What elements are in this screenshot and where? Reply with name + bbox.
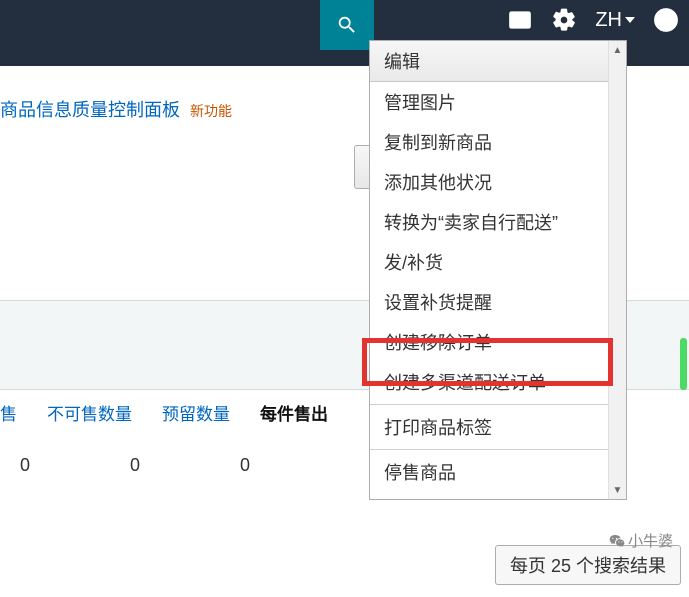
wechat-icon	[608, 533, 626, 549]
dropdown-scrollbar[interactable]: ▲ ▼	[608, 41, 626, 499]
chevron-down-icon	[625, 17, 635, 23]
table-columns: 售 不可售数量 预留数量 每件售出	[0, 400, 328, 425]
dropdown-item-print-label[interactable]: 打印商品标签	[370, 407, 626, 447]
col-reserved[interactable]: 预留数量	[162, 400, 230, 425]
dropdown-item-images[interactable]: 管理图片	[370, 82, 626, 122]
dropdown-item-delete[interactable]: 删除商品和报价	[370, 492, 626, 499]
search-icon	[336, 14, 358, 36]
dropdown-item-set-alert[interactable]: 设置补货提醒	[370, 282, 626, 322]
cell-v3: 0	[240, 455, 250, 476]
dropdown-item-convert-fbm[interactable]: 转换为“卖家自行配送”	[370, 202, 626, 242]
language-label: ZH	[595, 9, 622, 32]
col-sale[interactable]: 售	[0, 400, 17, 425]
cell-v2: 0	[130, 455, 140, 476]
dropdown-divider	[370, 404, 626, 405]
dropdown-divider	[370, 449, 626, 450]
col-unsellable[interactable]: 不可售数量	[47, 400, 132, 425]
watermark: 小牛婆	[608, 530, 673, 551]
table-row: 0 0 0	[0, 455, 250, 476]
mail-icon[interactable]	[507, 7, 533, 33]
search-button[interactable]	[320, 0, 374, 50]
help-icon[interactable]	[653, 7, 679, 33]
dropdown-item-add-condition[interactable]: 添加其他状况	[370, 162, 626, 202]
dropdown-item-multichannel[interactable]: 创建多渠道配送订单	[370, 362, 626, 402]
pagination-select[interactable]: 每页 25 个搜索结果	[495, 545, 681, 585]
language-selector[interactable]: ZH	[595, 9, 635, 32]
watermark-text: 小牛婆	[628, 530, 673, 551]
scroll-up-icon[interactable]: ▲	[609, 41, 626, 59]
panel-title-text: 商品信息质量控制面板	[0, 96, 180, 122]
dropdown-item-edit[interactable]: 编辑	[370, 41, 626, 82]
col-per-sale: 每件售出	[260, 400, 328, 425]
context-dropdown: 编辑 管理图片 复制到新商品 添加其他状况 转换为“卖家自行配送” 发/补货 设…	[369, 40, 627, 500]
gear-icon[interactable]	[551, 7, 577, 33]
panel-title[interactable]: 商品信息质量控制面板 新功能	[0, 96, 232, 122]
pagination-label: 每页 25 个搜索结果	[510, 556, 666, 576]
dropdown-item-copy[interactable]: 复制到新商品	[370, 122, 626, 162]
dropdown-item-stop-sale[interactable]: 停售商品	[370, 452, 626, 492]
cell-v1: 0	[20, 455, 30, 476]
dropdown-item-remove-order[interactable]: 创建移除订单	[370, 322, 626, 362]
new-badge: 新功能	[190, 101, 232, 121]
dropdown-item-replenish[interactable]: 发/补货	[370, 242, 626, 282]
scroll-down-icon[interactable]: ▼	[609, 481, 626, 499]
page-scrollbar-thumb[interactable]	[680, 338, 687, 390]
scroll-track[interactable]	[609, 59, 626, 481]
